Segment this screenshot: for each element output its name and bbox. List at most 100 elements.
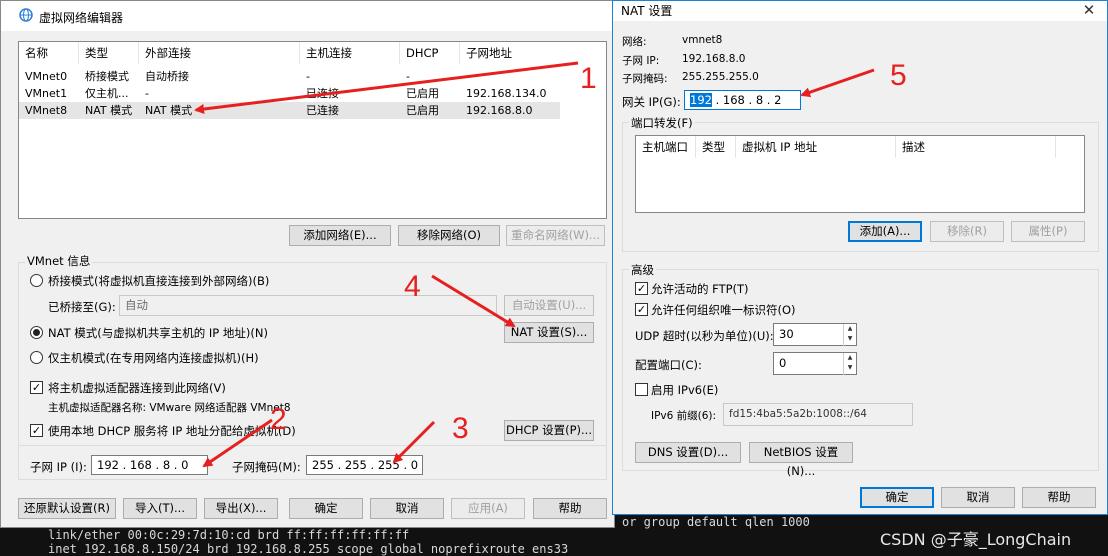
terminal-fragment: or group default qlen 1000 — [622, 515, 810, 529]
allow-oui-checkbox[interactable]: ✓ — [635, 303, 648, 316]
cancel-button[interactable]: 取消 — [370, 498, 444, 519]
cell: 自动桥接 — [145, 70, 189, 83]
network-list[interactable]: 名称 类型 外部连接 主机连接 DHCP 子网地址 VMnet0 桥接模式 自动… — [18, 41, 607, 219]
cell: 192.168.8.0 — [466, 104, 533, 117]
annotation-number-5: 5 — [890, 59, 907, 92]
window-title: 虚拟网络编辑器 — [39, 11, 124, 25]
table-row[interactable]: VMnet0 桥接模式 自动桥接 - - — [19, 68, 560, 85]
close-icon[interactable]: ✕ — [1075, 0, 1103, 21]
cell: 桥接模式 — [85, 70, 129, 83]
subnet-ip-label: 子网 IP: — [622, 55, 660, 67]
restore-defaults-button[interactable]: 还原默认设置(R) — [18, 498, 116, 519]
column-header-type[interactable]: 类型 — [79, 42, 139, 64]
advanced-label: 高级 — [629, 262, 656, 278]
subnet-ip-input[interactable]: 192 . 168 . 8 . 0 — [91, 455, 208, 475]
port-forward-label: 端口转发(F) — [629, 115, 695, 131]
dhcp-settings-button[interactable]: DHCP 设置(P)... — [504, 420, 594, 441]
port-forward-list[interactable]: 主机端口 类型 虚拟机 IP 地址 描述 — [635, 135, 1085, 213]
subnet-ip-value: 192.168.8.0 — [682, 53, 746, 65]
cell: NAT 模式 — [145, 104, 193, 117]
config-port-spinner[interactable]: ▲ ▼ — [843, 353, 856, 375]
subnet-mask-label: 子网掩码: — [622, 73, 668, 85]
import-button[interactable]: 导入(T)... — [123, 498, 197, 519]
nat-mode-label: NAT 模式(与虚拟机共享主机的 IP 地址)(N) — [48, 326, 268, 340]
dns-settings-button[interactable]: DNS 设置(D)... — [635, 442, 741, 463]
add-port-button[interactable]: 添加(A)... — [848, 221, 922, 242]
help-button[interactable]: 帮助 — [533, 498, 607, 519]
subnet-ip-label: 子网 IP (I): — [30, 460, 87, 474]
adapter-name-text: 主机虚拟适配器名称: VMware 网络适配器 VMnet8 — [48, 402, 291, 414]
network-globe-icon — [19, 8, 33, 22]
remove-network-button[interactable]: 移除网络(O) — [398, 225, 500, 246]
bridged-to-select[interactable]: 自动 — [119, 295, 497, 316]
ipv6-prefix-label: IPv6 前缀(6): — [651, 410, 717, 422]
netbios-settings-button[interactable]: NetBIOS 设置(N)... — [749, 442, 853, 478]
cell: - — [145, 87, 149, 100]
cell: NAT 模式 — [85, 104, 133, 117]
table-row[interactable]: VMnet1 仅主机... - 已连接 已启用 192.168.134.0 — [19, 85, 560, 102]
bridged-to-label: 已桥接至(G): — [48, 300, 116, 314]
cancel-button[interactable]: 取消 — [941, 487, 1015, 508]
ipv6-prefix-input[interactable]: fd15:4ba5:5a2b:1008::/64 — [723, 403, 913, 426]
udp-timeout-spinner[interactable]: ▲ ▼ — [843, 324, 856, 346]
cell: 已启用 — [406, 87, 439, 100]
apply-button[interactable]: 应用(A) — [451, 498, 525, 519]
enable-ipv6-checkbox[interactable] — [635, 383, 648, 396]
config-port-input[interactable]: 0 ▲ ▼ — [773, 352, 857, 375]
ok-button[interactable]: 确定 — [289, 498, 363, 519]
bridge-mode-radio[interactable] — [30, 274, 43, 287]
column-header-vm-ip[interactable]: 虚拟机 IP 地址 — [736, 136, 896, 158]
cell: 已连接 — [306, 87, 339, 100]
connect-adapter-label: 将主机虚拟适配器连接到此网络(V) — [48, 381, 226, 395]
title-bar[interactable]: 虚拟网络编辑器 — [1, 1, 614, 31]
port-properties-button[interactable]: 属性(P) — [1011, 221, 1085, 242]
table-row-selected[interactable]: VMnet8 NAT 模式 NAT 模式 已连接 已启用 192.168.8.0 — [19, 102, 560, 119]
spin-down-icon[interactable]: ▼ — [844, 334, 856, 344]
spin-up-icon[interactable]: ▲ — [844, 324, 856, 334]
ok-button[interactable]: 确定 — [860, 487, 934, 508]
nat-settings-button[interactable]: NAT 设置(S)... — [504, 322, 594, 343]
cell: 已连接 — [306, 104, 339, 117]
export-button[interactable]: 导出(X)... — [204, 498, 278, 519]
column-header-name[interactable]: 名称 — [19, 42, 79, 64]
bridge-mode-label: 桥接模式(将虚拟机直接连接到外部网络)(B) — [48, 274, 270, 288]
help-button[interactable]: 帮助 — [1022, 487, 1096, 508]
connect-adapter-checkbox[interactable]: ✓ — [30, 381, 43, 394]
nat-settings-window: NAT 设置 ✕ 网络: vmnet8 子网 IP: 192.168.8.0 子… — [612, 0, 1108, 515]
cell: - — [306, 70, 310, 83]
subnet-mask-input[interactable]: 255 . 255 . 255 . 0 — [306, 455, 423, 475]
spin-down-icon[interactable]: ▼ — [844, 363, 856, 373]
annotation-number-4: 4 — [404, 270, 421, 303]
column-header-external[interactable]: 外部连接 — [139, 42, 300, 64]
divider — [18, 445, 607, 446]
window-title: NAT 设置 — [621, 4, 673, 18]
cell: - — [406, 70, 410, 83]
gateway-ip-selected-octet: 192 — [690, 93, 712, 107]
column-header-subnet[interactable]: 子网地址 — [460, 42, 560, 64]
gateway-ip-input[interactable]: 192 . 168 . 8 . 2 — [684, 90, 801, 110]
annotation-number-3: 3 — [452, 412, 469, 445]
column-header-dhcp[interactable]: DHCP — [400, 42, 460, 64]
spin-up-icon[interactable]: ▲ — [844, 353, 856, 363]
allow-ftp-checkbox[interactable]: ✓ — [635, 282, 648, 295]
enable-ipv6-label: 启用 IPv6(E) — [651, 383, 719, 397]
watermark: CSDN @子豪_LongChain — [880, 530, 1072, 549]
rename-network-button[interactable]: 重命名网络(W)... — [506, 225, 605, 246]
network-value: vmnet8 — [682, 34, 723, 46]
auto-settings-button[interactable]: 自动设置(U)... — [504, 295, 594, 316]
cell: 仅主机... — [85, 87, 129, 100]
column-header-type[interactable]: 类型 — [696, 136, 736, 158]
column-header-description[interactable]: 描述 — [896, 136, 1056, 158]
gateway-ip-rest: . 168 . 8 . 2 — [711, 93, 782, 107]
udp-timeout-input[interactable]: 30 ▲ ▼ — [773, 323, 857, 346]
annotation-number-2: 2 — [270, 403, 287, 436]
nat-mode-radio[interactable] — [30, 326, 43, 339]
column-header-host[interactable]: 主机连接 — [300, 42, 400, 64]
host-only-radio[interactable] — [30, 351, 43, 364]
dhcp-checkbox[interactable]: ✓ — [30, 424, 43, 437]
remove-port-button[interactable]: 移除(R) — [930, 221, 1004, 242]
add-network-button[interactable]: 添加网络(E)... — [289, 225, 391, 246]
gateway-ip-label: 网关 IP(G): — [622, 95, 681, 109]
column-header-host-port[interactable]: 主机端口 — [636, 136, 696, 158]
title-bar[interactable]: NAT 设置 ✕ — [613, 1, 1107, 21]
